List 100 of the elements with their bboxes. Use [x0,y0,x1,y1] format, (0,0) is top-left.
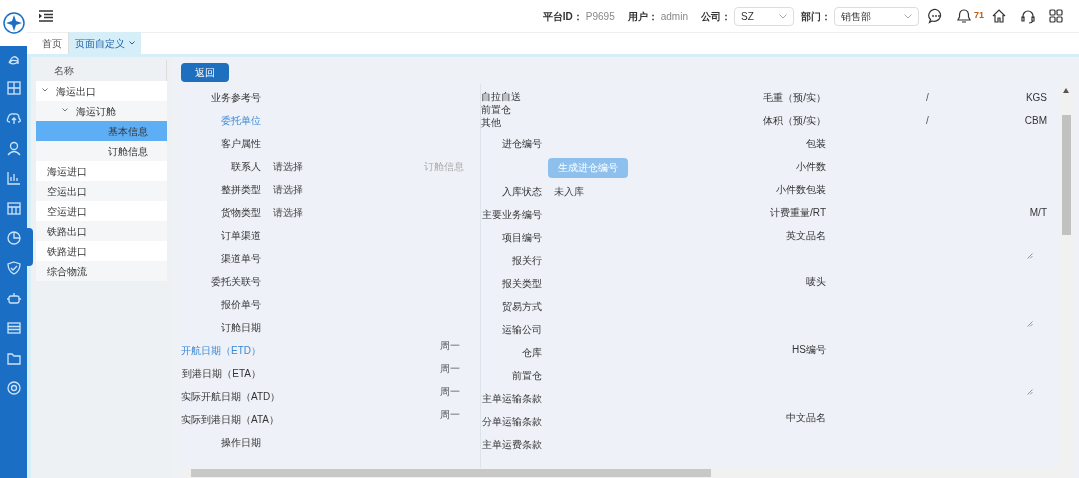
field-label: 英文品名 [786,230,826,241]
tree-item[interactable]: 空运出口 [36,181,167,201]
unit-text: CBM [1023,114,1047,128]
user-name: admin [660,9,688,24]
select-field[interactable]: 请选择 [273,205,393,220]
field-label: 进仓编号 [502,138,542,149]
field-label: 到港日期（ETA） [182,368,261,379]
chevron-icon[interactable] [62,108,68,114]
hint-text: 订舱信息 [424,160,464,174]
field-label: 货物类型 [221,207,261,218]
scrollbar-thumb[interactable] [191,469,711,477]
field-label: 唛头 [806,275,826,287]
cloud-upload-icon[interactable] [5,110,22,126]
platform-id-label: 平台ID： [542,9,583,24]
field-label: 包装 [806,138,826,149]
field-label: 操作日期 [221,437,261,448]
separator-text: / [926,91,929,105]
select-field[interactable]: 请选择 [273,182,393,197]
field-label: 主单运输条款 [482,393,542,404]
field-label: 小件数包装 [776,184,826,195]
chevron-icon[interactable] [42,88,48,94]
field-label: 报关类型 [502,278,542,289]
department-select[interactable]: 销售部 [834,6,919,26]
weekday-text: 周一 [440,408,460,422]
tree-item[interactable]: 订舱信息 [36,141,167,161]
unit-text: M/T [1028,206,1047,220]
field-label: 贸易方式 [502,301,542,312]
weekday-text: 周一 [440,362,460,376]
back-button[interactable]: 返回 [181,62,229,82]
field-label: 前置仓 [512,370,542,381]
field-label: 运输公司 [502,324,542,335]
apps-grid-icon[interactable] [1049,9,1063,23]
field-label: 仓库 [522,347,542,358]
select-field[interactable]: 请选择 [273,159,393,174]
tree-item[interactable]: 综合物流 [36,261,167,281]
field-label: 委托单位 [221,115,261,126]
tree-item[interactable]: 铁路出口 [36,221,167,241]
field-label: 订舱日期 [221,322,261,333]
platform-id: P9695 [585,9,615,24]
field-label: 订单渠道 [221,230,261,241]
scrollbar-thumb[interactable] [1061,115,1071,235]
shield-icon[interactable] [5,260,22,276]
robot-icon[interactable] [5,290,22,306]
tree-item[interactable]: 海运出口 [36,81,167,101]
tree-item[interactable]: 基本信息 [36,121,167,141]
field-label: 小件数 [796,161,826,172]
field-label: 毛重（预/实） [763,92,826,103]
field-label: 体积（预/实） [763,115,826,126]
compass-logo-icon [2,12,25,34]
option-label[interactable]: 前置仓 [481,102,601,116]
field-label: 报价单号 [221,299,261,310]
tree-item[interactable]: 海运订舱 [36,101,167,121]
resize-handle-icon[interactable] [1027,253,1033,259]
field-label: 整拼类型 [221,184,261,195]
resize-handle-icon[interactable] [1027,321,1033,327]
company-label: 公司： [701,9,731,24]
vertical-scrollbar[interactable] [1059,84,1073,468]
tree-item[interactable]: 空运进口 [36,201,167,221]
chevron-down-icon [129,41,135,45]
field-label: 入库状态 [502,186,542,197]
menu-indent-icon[interactable] [39,10,53,22]
field-label: 渠道单号 [221,253,261,264]
field-label: 报关行 [512,255,542,266]
home-icon[interactable] [991,8,1007,24]
notification-count: 71 [974,9,984,23]
weekday-text: 周一 [440,385,460,399]
field-label: 分单运输条款 [482,416,542,427]
tree-item[interactable]: 铁路进口 [36,241,167,261]
headset-icon[interactable] [1020,8,1036,24]
field-label: 客户属性 [221,138,261,149]
field-label: 主单运费条款 [482,439,542,450]
status-value: 未入库 [554,185,584,199]
field-label: 中文品名 [786,411,826,423]
field-label: 委托关联号 [211,276,261,287]
resize-handle-icon[interactable] [1027,389,1033,395]
option-label[interactable]: 其他 [481,115,601,129]
collapse-handle[interactable] [27,228,33,266]
unit-text: KGS [1024,91,1047,105]
pie-chart-icon[interactable] [5,230,22,246]
list-icon[interactable] [5,320,22,336]
horizontal-scrollbar[interactable] [181,468,1073,478]
option-label[interactable]: 自拉自送 [481,89,601,103]
field-label: 联系人 [231,161,261,172]
calendar-grid-icon[interactable] [5,200,22,216]
company-select[interactable]: SZ [734,6,794,26]
target-icon[interactable] [5,380,22,396]
field-label: 开航日期（ETD） [181,345,261,356]
user-label: 用户： [627,9,658,24]
user-icon[interactable] [5,140,22,156]
grid-icon[interactable] [5,80,22,96]
field-label: 项目编号 [502,232,542,243]
bell-icon[interactable] [957,8,971,24]
department-label: 部门： [801,9,831,24]
scroll-up-icon[interactable] [1063,88,1069,93]
tree-item[interactable]: 海运进口 [36,161,167,181]
folder-icon[interactable] [5,350,22,366]
chart-icon[interactable] [5,170,22,186]
chat-icon[interactable] [928,8,944,24]
tab[interactable]: 页面自定义 [69,32,141,54]
field-label: 实际到港日期（ATA） [181,414,279,425]
